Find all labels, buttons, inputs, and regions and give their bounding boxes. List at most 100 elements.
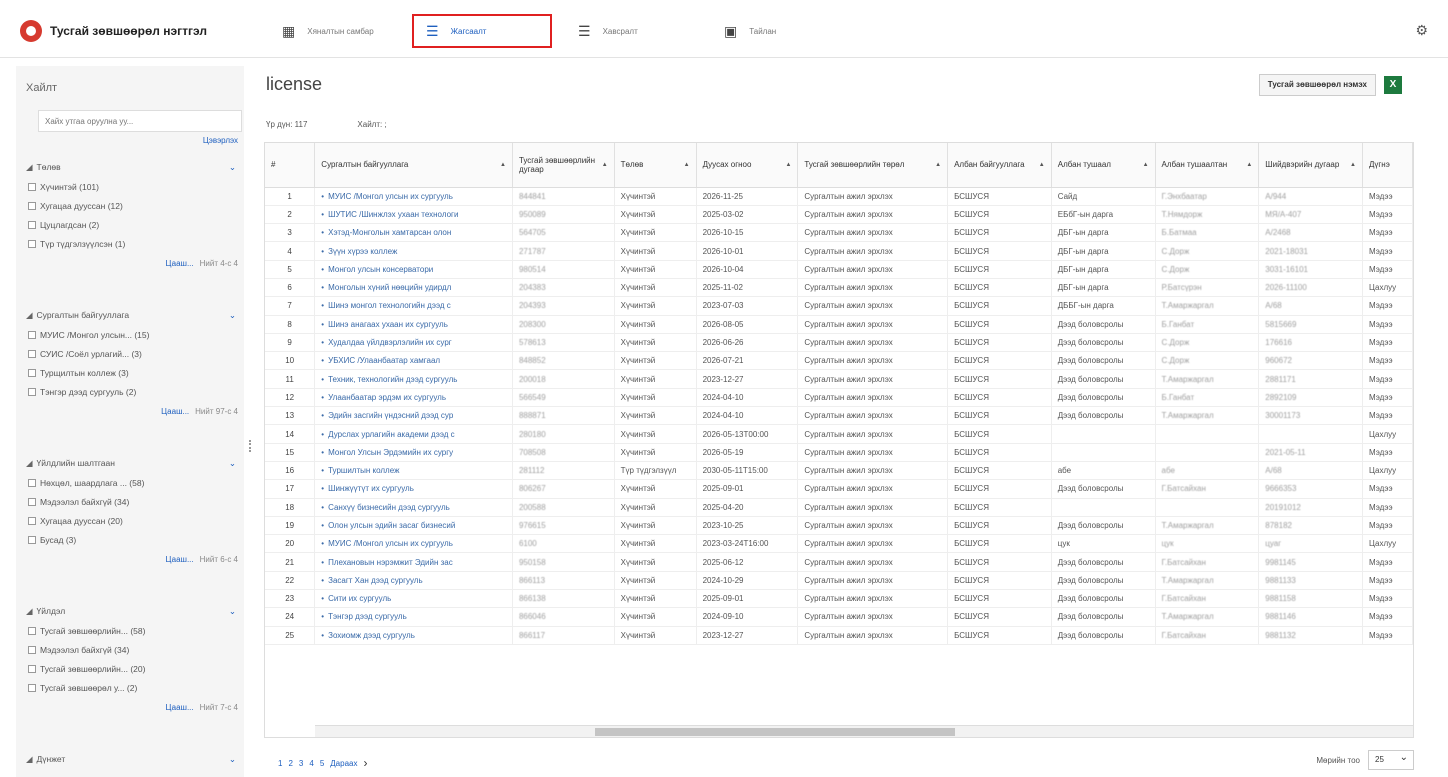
table-row[interactable]: 18 • Санхүү бизнесийн дээд сургууль 200588 Х… [265, 498, 1413, 517]
table-cell[interactable]: • Тэнгэр дээд сургууль [314, 607, 513, 627]
facet-header[interactable]: ◢ Үйлдлийн шалтгаан ⌄ [24, 458, 238, 469]
sort-icon[interactable]: ▲ [1350, 161, 1356, 170]
table-cell[interactable]: • Монгол улсын консерватори [314, 260, 513, 279]
expand-bullet-icon[interactable]: • [321, 466, 324, 475]
page-link[interactable]: 2 [288, 759, 292, 768]
table-cell[interactable]: • МУИС /Монгол улсын их сургууль [314, 187, 513, 206]
expand-bullet-icon[interactable]: • [321, 484, 324, 493]
table-row[interactable]: 9 • Худалдаа үйлдвэрлэлийн их сург 578613 Хү… [265, 333, 1413, 353]
gear-icon[interactable]: ⚙ [1415, 22, 1428, 39]
expand-bullet-icon[interactable]: • [321, 430, 324, 439]
table-row[interactable]: 2 • ШУТИС /Шинжлэх ухаан технологи 950089 Хү… [265, 205, 1413, 225]
expand-bullet-icon[interactable]: • [321, 265, 324, 274]
expand-bullet-icon[interactable]: • [321, 192, 324, 201]
table-cell[interactable]: • Зүүн хүрээ коллеж [314, 241, 513, 261]
page-link[interactable]: 5 [320, 759, 324, 768]
page-link[interactable]: 1 [278, 759, 282, 768]
table-cell[interactable]: • Плехановын нэрэмжит Эдийн зас [314, 552, 513, 572]
more-link[interactable]: Цааш... [166, 259, 194, 268]
checkbox[interactable] [28, 498, 36, 506]
expand-bullet-icon[interactable]: • [321, 301, 324, 310]
more-link[interactable]: Цааш... [166, 703, 194, 712]
table-row[interactable]: 14 • Дурслах урлагийн академи дээд с 280180… [265, 424, 1413, 444]
sort-icon[interactable]: ▲ [935, 161, 941, 170]
chevron-down-icon[interactable]: ⌄ [229, 458, 236, 469]
checkbox[interactable] [28, 479, 36, 487]
table-cell[interactable]: • УБХИС /Улаанбаатар хамгаал [314, 351, 513, 371]
column-header[interactable]: Сургалтын байгууллага ▲ [314, 143, 513, 188]
expand-bullet-icon[interactable]: • [321, 521, 324, 530]
table-row[interactable]: 13 • Эдийн засгийн үндэсний дээд сур 888871… [265, 406, 1413, 426]
table-row[interactable]: 10 • УБХИС /Улаанбаатар хамгаал 848852 Хүчин… [265, 351, 1413, 371]
horizontal-scrollbar[interactable] [315, 725, 1413, 737]
facet-option[interactable]: Түр түдгэлзүүлсэн (1) [24, 239, 238, 249]
nav-report[interactable]: ▣ Тайлан [712, 14, 788, 48]
table-cell[interactable]: • Шинжүүтүт их сургууль [314, 479, 513, 499]
table-cell[interactable]: • ШУТИС /Шинжлэх ухаан технологи [314, 205, 513, 225]
facet-option[interactable]: Мэдээлэл байхгүй (34) [24, 497, 238, 507]
expand-bullet-icon[interactable]: • [321, 612, 324, 621]
facet-option[interactable]: Турщилтын коллеж (3) [24, 368, 238, 378]
checkbox[interactable] [28, 221, 36, 229]
expand-bullet-icon[interactable]: • [321, 210, 324, 219]
table-row[interactable]: 16 • Туршилтын коллеж 281112 Түр түдгэлзүүл 2… [265, 461, 1413, 481]
facet-header[interactable]: ◢ Сургалтын байгууллага ⌄ [24, 310, 238, 321]
table-cell[interactable]: • МУИС /Монгол улсын их сургууль [314, 534, 513, 554]
checkbox[interactable] [28, 369, 36, 377]
facet-option[interactable]: Бусад (3) [24, 535, 238, 545]
nav-attachments[interactable]: ☰ Хавсралт [566, 14, 650, 48]
facet-option[interactable]: Хугацаа дууссан (20) [24, 516, 238, 526]
expand-bullet-icon[interactable]: • [321, 631, 324, 640]
expand-bullet-icon[interactable]: • [321, 228, 324, 237]
page-link[interactable]: 3 [299, 759, 303, 768]
table-cell[interactable]: • Санхүү бизнесийн дээд сургууль [314, 498, 513, 517]
column-header[interactable]: Тусгай зөвшөөрлийн төрөл ▲ [797, 143, 949, 188]
table-row[interactable]: 1 • МУИС /Монгол улсын их сургууль 844841 Хү… [265, 187, 1413, 206]
expand-bullet-icon[interactable]: • [321, 393, 324, 402]
checkbox[interactable] [28, 517, 36, 525]
facet-header[interactable]: ◢ Дүнжет ⌄ [24, 754, 238, 765]
sort-icon[interactable]: ▲ [1039, 161, 1045, 170]
expand-bullet-icon[interactable]: • [321, 558, 324, 567]
table-cell[interactable]: • Монголын хүний нөөцийн удирдл [314, 278, 513, 298]
table-row[interactable]: 3 • Хэтэд-Монголын хамтарсан олон 564705 Хүч… [265, 223, 1413, 243]
facet-option[interactable]: Мэдээлэл байхгүй (34) [24, 645, 238, 655]
nav-dashboard[interactable]: ▦ Хяналтын самбар [270, 14, 386, 48]
expand-bullet-icon[interactable]: • [321, 576, 324, 585]
expand-bullet-icon[interactable]: • [321, 411, 324, 420]
expand-bullet-icon[interactable]: • [321, 283, 324, 292]
table-cell[interactable]: • Шинэ монгол технологийн дээд с [314, 296, 513, 316]
chevron-down-icon[interactable]: ⌄ [229, 310, 236, 321]
facet-header[interactable]: ◢ Үйлдэл ⌄ [24, 606, 238, 617]
table-cell[interactable]: • Техник, технологийн дээд сургууль [314, 369, 513, 389]
checkbox[interactable] [28, 536, 36, 544]
expand-bullet-icon[interactable]: • [321, 448, 324, 457]
expand-bullet-icon[interactable]: • [321, 320, 324, 329]
add-license-button[interactable]: Тусгай зөвшөөрөл нэмэх [1258, 74, 1376, 96]
facet-option[interactable]: Хугацаа дууссан (12) [24, 201, 238, 211]
search-input[interactable] [38, 110, 242, 132]
table-cell[interactable]: • Засагт Хан дээд сургууль [314, 571, 513, 591]
chevron-down-icon[interactable]: ⌄ [229, 162, 236, 173]
sort-icon[interactable]: ▲ [500, 161, 506, 170]
excel-export-icon[interactable]: X [1384, 76, 1402, 94]
table-row[interactable]: 8 • Шинэ анагаах ухаан их сургууль 208300 Хү… [265, 315, 1413, 334]
table-cell[interactable]: • Хэтэд-Монголын хамтарсан олон [314, 223, 513, 243]
clear-link[interactable]: Цэвэрлэх [203, 136, 238, 145]
facet-option[interactable]: Хүчинтэй (101) [24, 182, 238, 192]
checkbox[interactable] [28, 627, 36, 635]
column-header[interactable]: Албан тушаалтан ▲ [1155, 143, 1260, 188]
chevron-down-icon[interactable]: ⌄ [229, 606, 236, 617]
facet-option[interactable]: Цуцлагдсан (2) [24, 220, 238, 230]
rows-per-page-select[interactable]: 25 [1368, 750, 1414, 770]
table-row[interactable]: 15 • Монгол Улсын Эрдэмийн их сургу 708508 Х… [265, 443, 1413, 462]
column-header[interactable]: Дуусах огноо ▲ [696, 143, 799, 188]
checkbox[interactable] [28, 665, 36, 673]
facet-option[interactable]: СУИС /Соёл урлагий... (3) [24, 349, 238, 359]
table-row[interactable]: 22 • Засагт Хан дээд сургууль 866113 Хүчинтэ… [265, 571, 1413, 591]
checkbox[interactable] [28, 350, 36, 358]
expand-bullet-icon[interactable]: • [321, 594, 324, 603]
table-cell[interactable]: • Худалдаа үйлдвэрлэлийн их сург [314, 333, 513, 353]
checkbox[interactable] [28, 646, 36, 654]
scrollbar-thumb[interactable] [595, 728, 955, 736]
